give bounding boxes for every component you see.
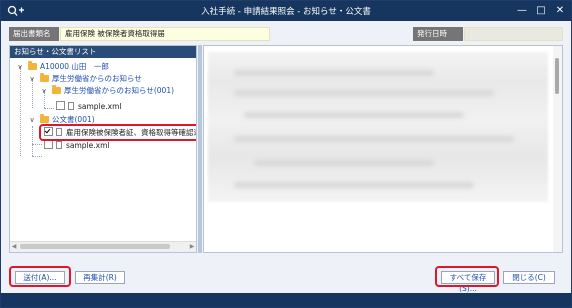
tree-label-employee: A10000 山田 一郎 [40,62,109,71]
highlight-send [9,266,71,287]
folder-icon [52,85,61,94]
blurred-content [244,112,464,118]
notice-list-header: お知らせ・公文書リスト [10,46,196,58]
collapse-icon[interactable]: ∨ [28,115,36,125]
blurred-content [234,136,514,142]
maximize-icon[interactable]: □ [532,2,550,20]
minimize-icon[interactable]: — [513,2,531,20]
highlight-doc-cert [39,124,196,141]
close-icon[interactable]: ✕ [551,2,569,20]
title-bar: 入社手続 - 申請結果照会 - お知らせ・公文書 — □ ✕ [1,1,571,21]
blurred-content [234,70,434,76]
close-button[interactable]: 閉じる(C) [503,271,555,284]
tree-label-notice-file: sample.xml [78,102,122,111]
document-icon [56,141,62,149]
status-bar [1,293,571,307]
tree-horizontal-scrollbar[interactable]: ◀ ▶ [10,241,196,252]
output-name-value: 雇用保険 被保険者資格取得届 [60,27,270,41]
notice-tree: ∨ A10000 山田 一郎 ∨ 厚生労働省からのお知らせ ∨ 厚生労働省からの… [10,58,196,242]
blurred-content [234,90,494,96]
notice-list-panel: お知らせ・公文書リスト ∨ A10000 山田 一郎 ∨ 厚生労働省からのお知ら… [9,45,197,253]
blurred-content [254,160,434,166]
app-window: 入社手続 - 申請結果照会 - お知らせ・公文書 — □ ✕ 届出書類名 雇用保… [0,0,572,308]
collapse-icon[interactable]: ∨ [40,86,48,96]
info-bar: 届出書類名 雇用保険 被保険者資格取得届 発行日時 [9,27,563,41]
document-icon [68,102,74,110]
folder-icon [40,114,49,123]
issue-date-label: 発行日時 [413,27,463,41]
document-preview-panel [203,45,563,253]
tree-node-doc-file[interactable]: sample.xml [44,140,109,152]
folder-icon [28,61,37,70]
tree-label-notice-001: 厚生労働省からのお知らせ(001) [64,86,175,95]
issue-date-value [464,27,563,41]
output-name-label: 届出書類名 [9,27,59,41]
recalc-button[interactable]: 再集計(R) [75,271,125,284]
collapse-icon[interactable]: ∨ [16,62,24,72]
scroll-left-icon[interactable]: ◀ [10,242,18,252]
scroll-thumb[interactable] [20,244,170,249]
doc-file-checkbox[interactable] [44,140,53,149]
tree-label-doc-file: sample.xml [66,141,110,150]
notice-file-checkbox[interactable] [56,101,65,110]
panel-splitter[interactable] [198,45,202,253]
scroll-thumb[interactable] [555,58,559,94]
highlight-save-all [435,266,499,287]
tree-label-notices: 厚生労働省からのお知らせ [52,74,142,83]
tree-node-notice-file[interactable]: sample.xml [56,101,121,113]
folder-icon [40,73,49,82]
scroll-right-icon[interactable]: ▶ [188,242,196,252]
preview-vertical-scrollbar[interactable] [553,46,562,252]
window-title: 入社手続 - 申請結果照会 - お知らせ・公文書 [201,7,371,17]
blurred-content [234,182,474,188]
tree-label-docs: 公文書(001) [52,115,95,124]
collapse-icon[interactable]: ∨ [28,74,36,84]
